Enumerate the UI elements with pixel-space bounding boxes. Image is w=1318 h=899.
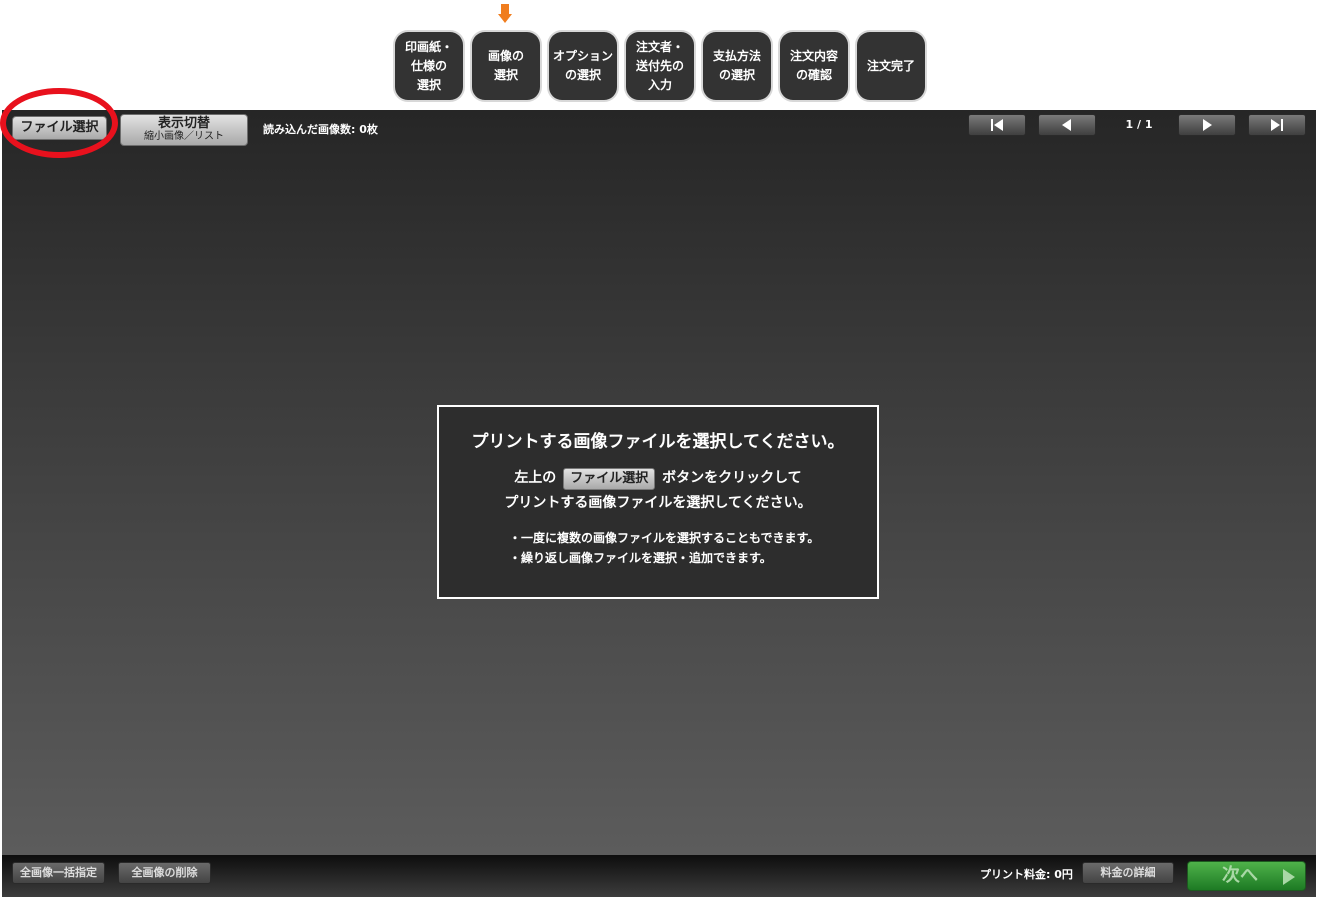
instruction-notes: ・一度に複数の画像ファイルを選択することもできます。 ・繰り返し画像ファイルを選… [439, 528, 877, 568]
view-toggle-label: 表示切替 [157, 116, 210, 131]
instruction-line1: 左上の ファイル選択 ボタンをクリックして [439, 466, 877, 490]
instruction-note: ・繰り返し画像ファイルを選択・追加できます。 [509, 551, 772, 565]
instruction-note: ・一度に複数の画像ファイルを選択することもできます。 [509, 531, 820, 545]
image-area: ファイル選択 表示切替 縮小画像／リスト 読み込んだ画像数: 0枚 1 / 1 … [2, 110, 1316, 855]
prev-page-icon [1062, 119, 1071, 131]
first-page-button[interactable] [968, 114, 1026, 136]
inline-file-select-button: ファイル選択 [563, 468, 656, 490]
bulk-specify-button[interactable]: 全画像一括指定 [12, 862, 105, 884]
print-fee: プリント料金: 0円 [980, 866, 1073, 882]
delete-all-button[interactable]: 全画像の削除 [118, 862, 211, 884]
image-count-value: 0枚 [359, 123, 378, 136]
instruction-line2: プリントする画像ファイルを選択してください。 [504, 495, 812, 511]
order-steps: 印画紙・ 仕様の 選択 画像の 選択 オプション の選択 注文者・ 送付先の 入… [0, 0, 1318, 108]
last-page-icon [1271, 119, 1283, 131]
instruction-text-before: 左上の [514, 470, 557, 486]
step-complete[interactable]: 注文完了 [857, 32, 925, 100]
step-orderer-address[interactable]: 注文者・ 送付先の 入力 [626, 32, 694, 100]
image-count: 読み込んだ画像数: 0枚 [263, 121, 378, 137]
current-step-arrow-icon [498, 4, 512, 23]
view-toggle-sublabel: 縮小画像／リスト [144, 131, 224, 142]
instruction-text-after: ボタンをクリックして [662, 470, 802, 486]
next-button[interactable]: 次へ [1187, 861, 1306, 891]
last-page-button[interactable] [1248, 114, 1306, 136]
next-button-label: 次へ [1222, 865, 1258, 886]
instruction-box: プリントする画像ファイルを選択してください。 左上の ファイル選択 ボタンをクリ… [437, 405, 879, 599]
next-page-icon [1203, 119, 1212, 131]
image-count-label: 読み込んだ画像数: [263, 123, 360, 136]
step-paper-spec[interactable]: 印画紙・ 仕様の 選択 [395, 32, 463, 100]
bottom-bar: 全画像一括指定 全画像の削除 プリント料金: 0円 料金の詳細 次へ [2, 855, 1316, 897]
instruction-title: プリントする画像ファイルを選択してください。 [471, 432, 845, 452]
prev-page-button[interactable] [1038, 114, 1096, 136]
step-payment[interactable]: 支払方法 の選択 [703, 32, 771, 100]
step-options[interactable]: オプション の選択 [549, 32, 617, 100]
fee-detail-button[interactable]: 料金の詳細 [1082, 862, 1174, 884]
print-fee-label: プリント料金: [980, 868, 1055, 881]
view-toggle-button[interactable]: 表示切替 縮小画像／リスト [120, 114, 248, 146]
page-indicator: 1 / 1 [1125, 118, 1153, 131]
first-page-icon [991, 119, 1003, 131]
play-arrow-icon [1283, 869, 1295, 885]
next-page-button[interactable] [1178, 114, 1236, 136]
step-confirm[interactable]: 注文内容 の確認 [780, 32, 848, 100]
step-image-select[interactable]: 画像の 選択 [472, 32, 540, 100]
file-select-button[interactable]: ファイル選択 [12, 116, 107, 140]
print-fee-value: 0円 [1054, 868, 1073, 881]
